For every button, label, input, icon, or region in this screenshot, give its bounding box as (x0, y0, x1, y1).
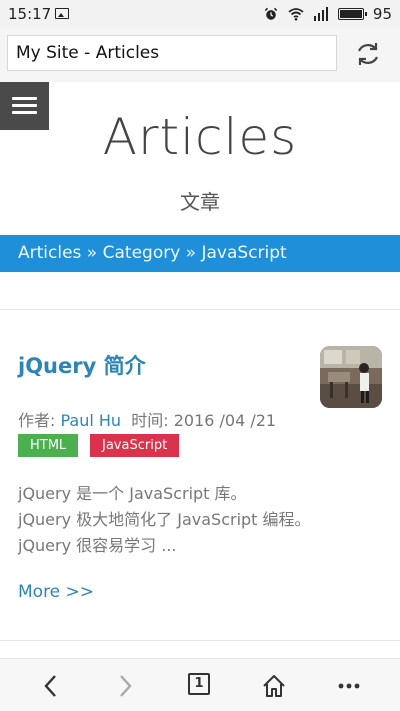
thumbnail-image (320, 346, 382, 408)
article-excerpt: jQuery 是一个 JavaScript 库。 jQuery 极大地简化了 J… (18, 481, 311, 559)
image-icon (55, 8, 69, 19)
address-bar[interactable]: My Site - Articles (7, 35, 337, 71)
alarm-icon (264, 7, 278, 20)
breadcrumb-item-category[interactable]: Category (103, 243, 181, 263)
wifi-icon (288, 8, 304, 21)
tabs-button[interactable]: 1 (188, 673, 210, 695)
article-meta: 作者: Paul Hu 时间: 2016 /04 /21 (18, 407, 276, 431)
tag-html[interactable]: HTML (18, 434, 79, 457)
excerpt-line: jQuery 是一个 JavaScript 库。 (18, 484, 247, 503)
breadcrumb-separator: » (180, 243, 202, 263)
author-label: 作者: (18, 411, 61, 430)
tag-javascript[interactable]: JavaScript (90, 434, 180, 457)
divider (0, 309, 400, 310)
refresh-icon[interactable] (354, 40, 382, 68)
breadcrumb-separator: » (81, 243, 103, 263)
publish-date: 2016 /04 /21 (173, 411, 277, 430)
page-subtitle: 文章 (180, 190, 220, 214)
more-icon[interactable] (336, 673, 362, 699)
forward-icon[interactable] (112, 673, 138, 699)
divider (0, 640, 400, 641)
home-icon[interactable] (261, 673, 287, 699)
status-time: 15:17 (8, 5, 52, 23)
excerpt-line: jQuery 极大地简化了 JavaScript 编程。 (18, 510, 311, 529)
status-bar: 15:17 95 (0, 0, 400, 28)
breadcrumb-item-javascript[interactable]: JavaScript (202, 243, 287, 263)
page-title: Articles (102, 108, 298, 166)
signal-icon (313, 7, 328, 21)
status-icons: 95 (263, 5, 392, 23)
time-label: 时间: (131, 411, 174, 430)
article-thumbnail[interactable] (320, 346, 382, 408)
more-link[interactable]: More >> (18, 582, 94, 602)
browser-toolbar: My Site - Articles (0, 28, 400, 82)
author-link[interactable]: Paul Hu (60, 411, 121, 430)
back-icon[interactable] (38, 673, 64, 699)
battery-level: 95 (372, 5, 392, 23)
excerpt-line: jQuery 很容易学习 ... (18, 536, 177, 555)
breadcrumb: Articles » Category » JavaScript (0, 235, 400, 272)
article-title[interactable]: jQuery 简介 (18, 350, 146, 380)
battery-icon (337, 8, 367, 20)
breadcrumb-item-articles[interactable]: Articles (18, 243, 81, 263)
